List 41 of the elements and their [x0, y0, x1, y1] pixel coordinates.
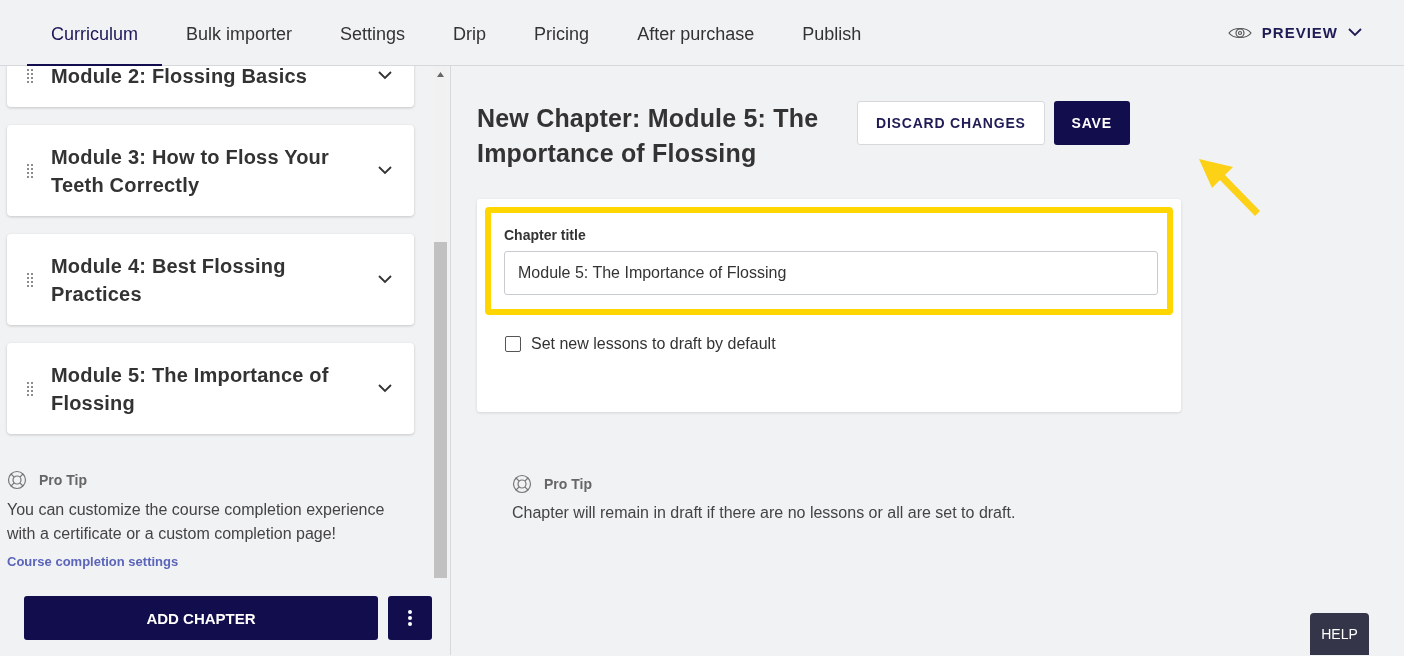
nav-tab[interactable]: After purchase — [613, 0, 779, 67]
module-card[interactable]: Module 3: How to Floss Your Teeth Correctly — [7, 125, 414, 216]
tip-text: You can customize the course completion experience with a certificate or a custom completion page! — [7, 500, 386, 544]
save-button[interactable]: SAVE — [1053, 101, 1130, 145]
chapter-heading: New Chapter: Module 5: The Importance of Flossing — [477, 103, 820, 169]
nav-tab[interactable]: Drip — [429, 0, 511, 67]
scrollbar-thumb[interactable] — [434, 242, 447, 578]
module-card[interactable]: Module 4: Best Flossing Practices — [7, 234, 414, 325]
help-button[interactable]: HELP — [1310, 613, 1369, 655]
chevron-down-icon[interactable] — [378, 384, 392, 393]
nav-tab[interactable]: Publish — [778, 0, 886, 67]
scroll-up-icon[interactable] — [437, 72, 444, 77]
completion-settings-link[interactable]: Course completion settings — [7, 554, 179, 569]
kebab-menu-icon — [408, 610, 412, 626]
chevron-down-icon[interactable] — [1348, 28, 1362, 37]
chapter-title-field[interactable]: Module 5: The Importance of Flossing — [504, 251, 1158, 295]
drag-handle-icon[interactable] — [27, 68, 33, 83]
chevron-down-icon[interactable] — [378, 275, 392, 284]
nav-tab[interactable]: Settings — [316, 0, 430, 67]
drag-handle-icon[interactable] — [27, 163, 33, 178]
checkbox-label: Set new lessons to draft by default — [531, 335, 776, 353]
lifebuoy-icon — [7, 470, 27, 490]
chevron-down-icon[interactable] — [378, 166, 392, 175]
preview-button[interactable]: PREVIEW — [1221, 0, 1368, 65]
nav-tab[interactable]: Bulk importer — [162, 0, 317, 67]
lifebuoy-icon — [512, 474, 532, 494]
draft-checkbox[interactable] — [505, 336, 521, 352]
drag-handle-icon[interactable] — [27, 381, 33, 396]
drag-handle-icon[interactable] — [27, 272, 33, 287]
field-label: Chapter title — [504, 227, 587, 243]
nav-tab[interactable]: Pricing — [510, 0, 614, 67]
discard-changes-button[interactable]: DISCARD CHANGES — [857, 101, 1045, 145]
add-chapter-button[interactable]: ADD CHAPTER — [24, 596, 378, 640]
module-card[interactable]: Module 2: Flossing Basics — [7, 66, 414, 107]
tip-heading: Pro Tip — [544, 476, 592, 492]
tip-heading: Pro Tip — [39, 472, 87, 488]
module-card[interactable]: Module 5: The Importance of Flossing — [7, 343, 414, 434]
chevron-down-icon[interactable] — [378, 71, 392, 80]
tip-text: Chapter will remain in draft if there are no lessons or all are set to draft. — [512, 504, 1017, 522]
more-button[interactable] — [388, 596, 432, 640]
arrow-annotation — [1199, 159, 1261, 217]
